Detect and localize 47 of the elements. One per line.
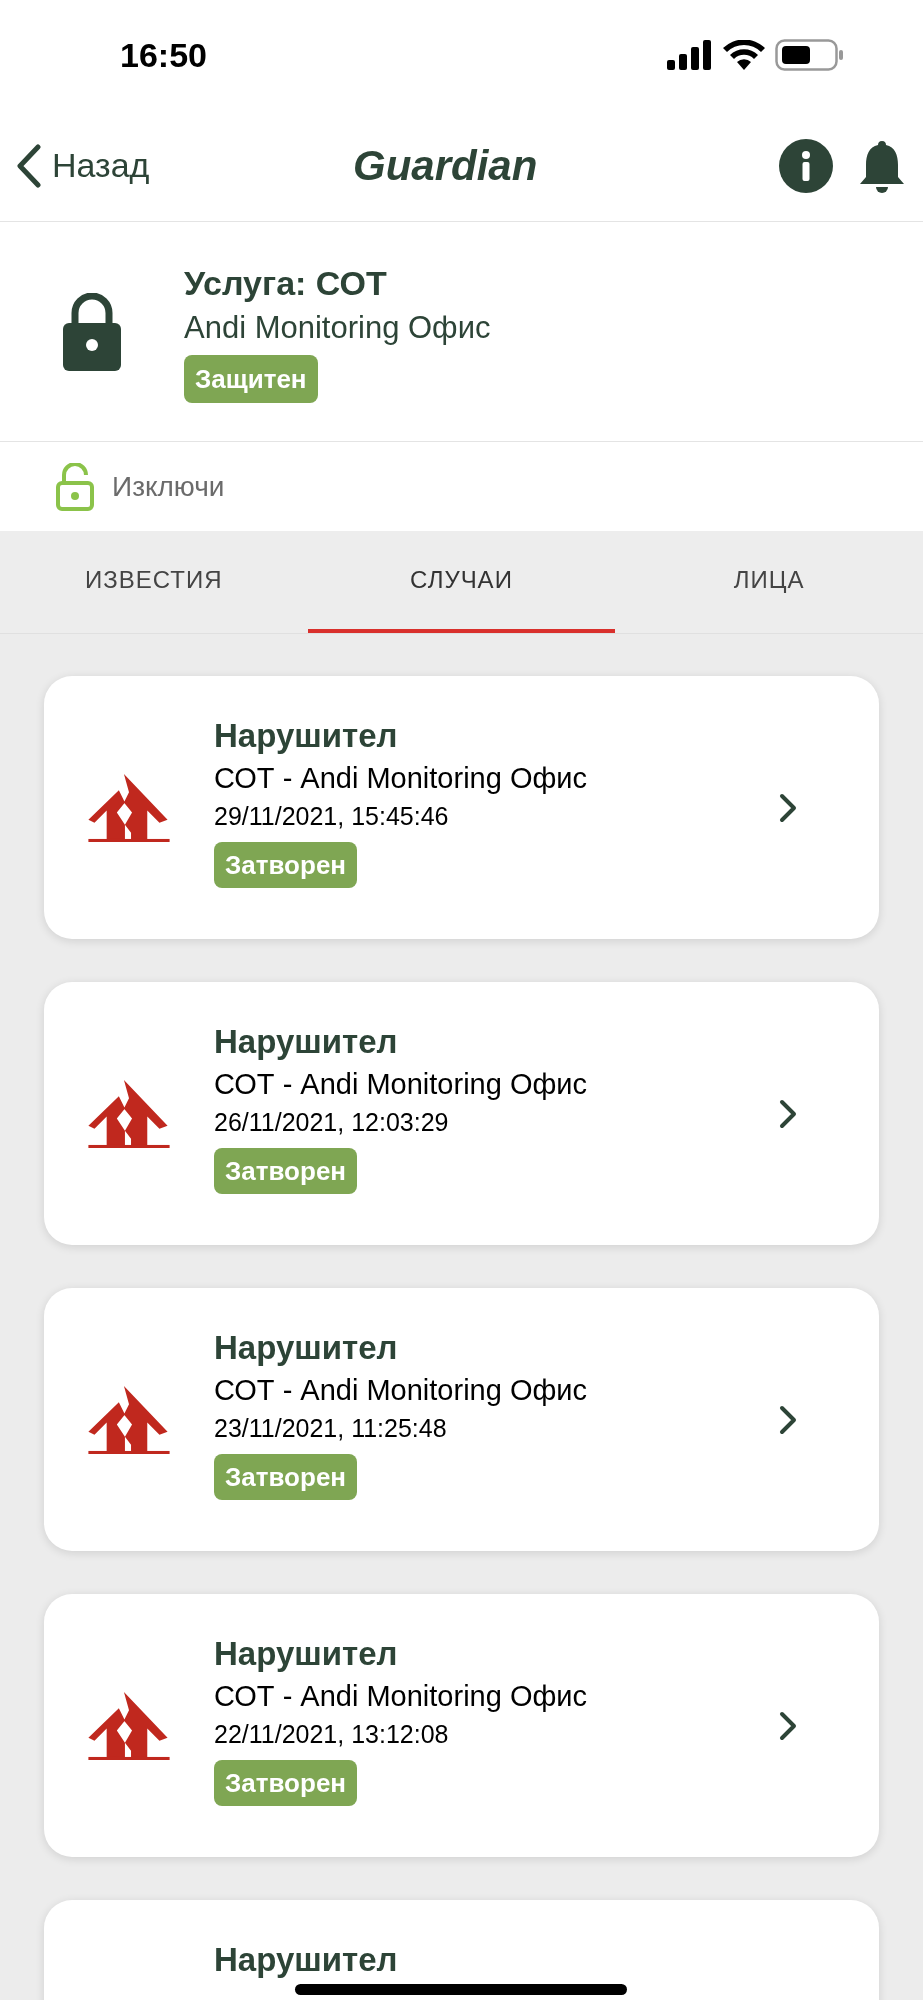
bell-icon[interactable] [859,138,905,193]
case-source: СОТ - Andi Monitoring Офис [214,1373,588,1408]
chevron-right-icon [779,1404,797,1435]
case-source: СОТ - Andi Monitoring Офис [214,1067,588,1102]
status-badge: Затворен [214,1454,358,1500]
status-badge: Защитен [184,354,318,403]
case-card[interactable]: Нарушител [44,1900,879,2000]
case-title: Нарушител [214,1022,398,1062]
broken-house-icon [86,1079,172,1148]
case-title: Нарушител [214,1940,398,1980]
status-badge: Затворен [214,842,358,888]
case-card[interactable]: Нарушител СОТ - Andi Monitoring Офис 22/11/2021, 13:12:08 Затворен [44,1594,879,1857]
status-badge: Затворен [214,1148,358,1194]
case-source: СОТ - Andi Monitoring Офис [214,1679,588,1714]
case-title: Нарушител [214,1328,398,1368]
broken-house-icon [86,1385,172,1454]
service-title: Услуга: СОТ [184,262,387,304]
chevron-right-icon [779,1098,797,1129]
case-card[interactable]: Нарушител СОТ - Andi Monitoring Офис 23/11/2021, 11:25:48 Затворен [44,1288,879,1551]
chevron-left-icon [16,143,42,188]
broken-house-icon [86,773,172,842]
unlock-icon [56,462,94,511]
info-icon[interactable] [779,138,833,193]
tab[interactable]: ЛИЦА [615,531,923,633]
case-time: 22/11/2021, 13:12:08 [214,1719,449,1750]
status-badge: Затворен [214,1760,358,1806]
case-time: 29/11/2021, 15:45:46 [214,801,449,832]
chevron-right-icon [779,792,797,823]
case-card[interactable]: Нарушител СОТ - Andi Monitoring Офис 29/11/2021, 15:45:46 Затворен [44,676,879,939]
disarm-button[interactable]: Изключи [0,442,923,531]
back-button[interactable]: Назад [16,140,150,191]
wifi-icon [723,40,765,70]
tab[interactable]: ИЗВЕСТИЯ [0,531,308,633]
case-time: 26/11/2021, 12:03:29 [214,1107,449,1138]
case-card[interactable]: Нарушител СОТ - Andi Monitoring Офис 26/11/2021, 12:03:29 Затворен [44,982,879,1245]
broken-house-icon [86,1691,172,1760]
status-time: 16:50 [120,34,207,76]
tab[interactable]: СЛУЧАИ [307,531,616,633]
battery-icon [775,39,843,71]
chevron-right-icon [779,1710,797,1741]
case-title: Нарушител [214,1634,398,1674]
case-source: СОТ - Andi Monitoring Офис [214,761,588,796]
service-name: Andi Monitoring Офис [184,308,491,347]
case-title: Нарушител [214,716,398,756]
case-time: 23/11/2021, 11:25:48 [214,1413,447,1444]
signal-icon [667,40,713,70]
app-logo: Guardian [353,141,538,191]
